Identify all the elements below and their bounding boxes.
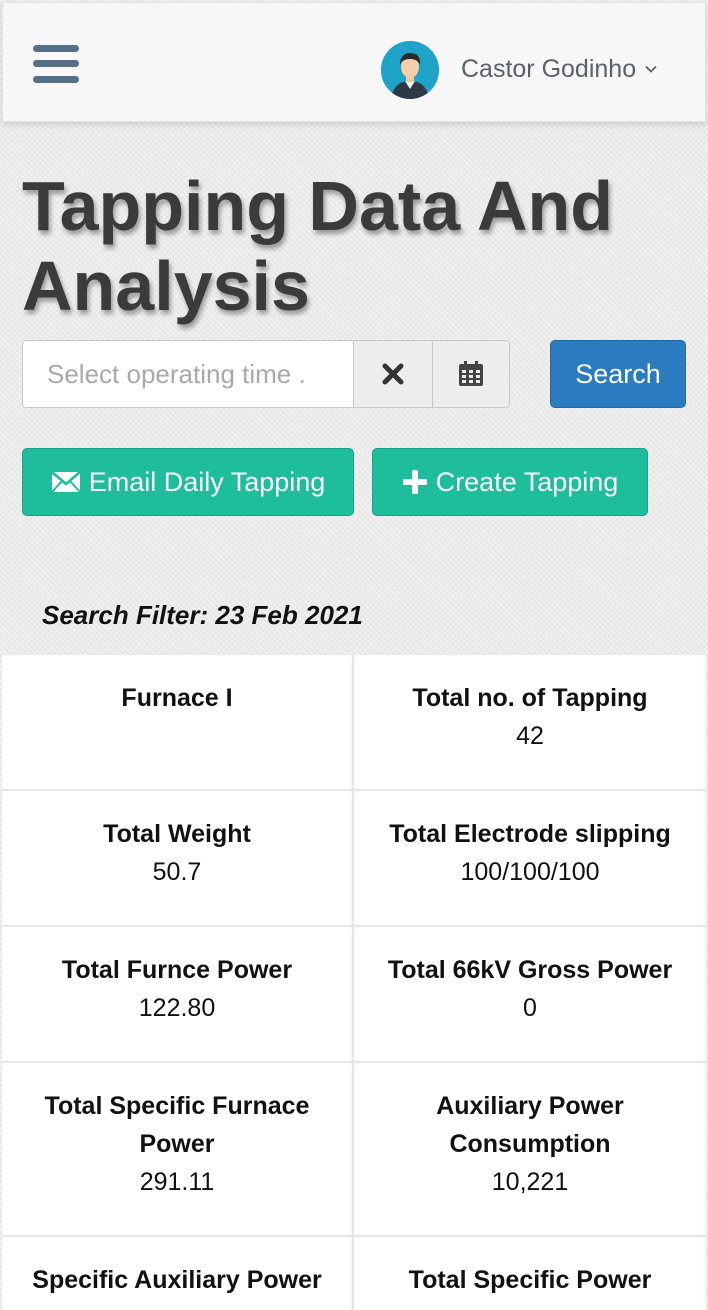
user-avatar-icon: [381, 41, 439, 99]
stat-label: Total Specific Furnace Power: [44, 1092, 310, 1158]
stat-label: Total no. of Tapping: [412, 684, 648, 712]
stat-card: Auxiliary Power Consumption 10,221: [354, 1063, 706, 1235]
stat-card: Total Weight 50.7: [2, 791, 352, 925]
avatar[interactable]: [381, 41, 439, 99]
stat-card: Total Specific Furnace Power 291.11: [2, 1063, 352, 1235]
stat-label: Auxiliary Power Consumption: [436, 1092, 624, 1158]
create-tapping-button[interactable]: Create Tapping: [372, 448, 648, 516]
email-daily-tapping-button[interactable]: Email Daily Tapping: [22, 448, 354, 516]
page-title: Tapping Data And Analysis: [22, 167, 614, 325]
stat-card: Total 66kV Gross Power 0: [354, 927, 706, 1061]
user-menu-dropdown[interactable]: Castor Godinho: [461, 49, 658, 89]
hamburger-menu-icon[interactable]: [33, 45, 81, 87]
operating-time-input[interactable]: [23, 341, 353, 407]
app-frame: Castor Godinho Tapping Data And Analysis: [0, 0, 708, 1310]
stat-label: Total Specific Power: [408, 1266, 652, 1294]
chevron-down-icon: [645, 65, 657, 73]
stat-label: Total 66kV Gross Power: [387, 956, 673, 984]
stat-value: 122.80: [138, 994, 216, 1022]
clear-date-button[interactable]: [353, 341, 432, 407]
stat-label: Total Furnce Power: [61, 956, 293, 984]
stat-label: Total Electrode slipping: [389, 820, 671, 848]
email-daily-tapping-label: Email Daily Tapping: [88, 466, 326, 497]
stat-card: Specific Auxiliary Power: [2, 1237, 352, 1310]
stat-label: Specific Auxiliary Power: [32, 1266, 322, 1294]
stat-value: 100/100/100: [460, 858, 600, 886]
search-button[interactable]: Search: [550, 340, 686, 408]
stat-card: Total Specific Power: [354, 1237, 706, 1310]
stat-value: 42: [516, 722, 544, 750]
stat-label: Furnace I: [121, 684, 233, 712]
stat-value: 10,221: [491, 1168, 569, 1196]
stat-card: Total Electrode slipping 100/100/100: [354, 791, 706, 925]
create-tapping-label: Create Tapping: [435, 466, 619, 497]
stat-card: Furnace I: [2, 655, 352, 789]
plus-icon: [402, 469, 428, 495]
close-icon: [382, 363, 404, 385]
stats-grid: Furnace I Total no. of Tapping 42 Total …: [2, 655, 706, 1310]
top-navbar: Castor Godinho: [2, 2, 706, 122]
search-filter-label: Search Filter: 23 Feb 2021: [42, 600, 363, 630]
user-name: Castor Godinho: [461, 54, 637, 83]
calendar-icon: [458, 361, 483, 386]
stat-value: 50.7: [152, 858, 202, 886]
stat-card: Total no. of Tapping 42: [354, 655, 706, 789]
date-range-picker: [22, 340, 510, 408]
stat-value: 0: [523, 994, 537, 1022]
envelope-icon: [50, 471, 81, 493]
stat-label: Total Weight: [103, 820, 251, 848]
calendar-button[interactable]: [431, 341, 509, 407]
stat-card: Total Furnce Power 122.80: [2, 927, 352, 1061]
stat-value: 291.11: [139, 1168, 215, 1196]
